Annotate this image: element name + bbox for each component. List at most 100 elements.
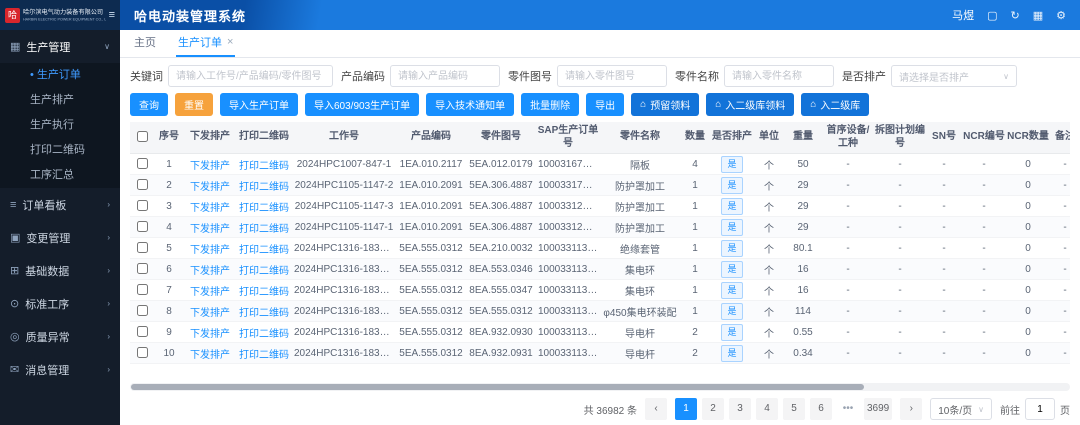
page-button-4[interactable]: 4 [756, 398, 778, 420]
sidebar-subitem-label: 打印二维码 [30, 144, 85, 156]
part-name-input[interactable] [724, 65, 834, 87]
cell-print-qrcode-link[interactable]: 打印二维码 [236, 175, 292, 196]
cell-dispatch-link[interactable]: 下发排产 [184, 238, 236, 259]
cell-ncr-qty: 0 [1006, 259, 1050, 280]
cell-dispatch-link[interactable]: 下发排产 [184, 154, 236, 175]
row-checkbox[interactable] [137, 242, 148, 253]
sidebar-subitem-production-scheduling[interactable]: 生产排产 [0, 88, 120, 113]
scheduled-select[interactable]: 请选择是否排产 ∨ [891, 65, 1017, 87]
product-code-input[interactable] [390, 65, 500, 87]
query-button[interactable]: 查询 [130, 93, 168, 116]
cell-part-name: 防护罩加工 [600, 175, 680, 196]
settings-gear-icon[interactable]: ⚙ [1056, 9, 1066, 22]
cell-print-qrcode-link[interactable]: 打印二维码 [236, 196, 292, 217]
cell-print-qrcode-link[interactable]: 打印二维码 [236, 259, 292, 280]
row-checkbox[interactable] [137, 179, 148, 190]
cell-print-qrcode-link[interactable]: 打印二维码 [236, 238, 292, 259]
page-button-3699[interactable]: 3699 [864, 398, 892, 420]
page-button-5[interactable]: 5 [783, 398, 805, 420]
import-603-903-order-button[interactable]: 导入603/903生产订单 [305, 93, 419, 116]
sidebar-item-order-board[interactable]: ≡订单看板› [0, 188, 120, 221]
cell-weight: 0.34 [784, 343, 822, 364]
tab-home[interactable]: 主页 [132, 30, 158, 57]
cell-sap-order-no: 10003312139 [536, 217, 600, 238]
sidebar-item-change-management[interactable]: ▣变更管理› [0, 221, 120, 254]
sidebar-item-message-management[interactable]: ✉消息管理› [0, 353, 120, 386]
reset-button[interactable]: 重置 [175, 93, 213, 116]
reserve-material-button[interactable]: ⌂预留领料 [631, 93, 699, 116]
export-button[interactable]: 导出 [586, 93, 624, 116]
page-button-3[interactable]: 3 [729, 398, 751, 420]
cell-print-qrcode-link[interactable]: 打印二维码 [236, 217, 292, 238]
cell-drawing-plan-no: - [874, 343, 926, 364]
tab-production-order[interactable]: 生产订单 × [176, 30, 235, 57]
scrollbar-thumb[interactable] [131, 384, 864, 390]
cell-dispatch-link[interactable]: 下发排产 [184, 175, 236, 196]
cell-print-qrcode-link[interactable]: 打印二维码 [236, 301, 292, 322]
select-all-cell [130, 122, 154, 154]
cell-ncr-qty: 0 [1006, 175, 1050, 196]
row-checkbox[interactable] [137, 305, 148, 316]
cell-dispatch-link[interactable]: 下发排产 [184, 343, 236, 364]
sidebar-item-production-management[interactable]: ▦生产管理∨ [0, 30, 120, 63]
prev-page-button[interactable]: ‹ [645, 398, 667, 420]
select-all-checkbox[interactable] [137, 131, 148, 142]
cell-seq: 2 [154, 175, 184, 196]
secondary-store-button[interactable]: ⌂入二级库 [801, 93, 869, 116]
sidebar: ▦生产管理∨• 生产订单生产排产生产执行打印二维码工序汇总≡订单看板›▣变更管理… [0, 30, 120, 425]
cell-scheduled: 是 [710, 217, 754, 238]
page-size-select[interactable]: 10条/页 ∨ [930, 398, 992, 420]
page-button-2[interactable]: 2 [702, 398, 724, 420]
cell-seq: 7 [154, 280, 184, 301]
refresh-icon[interactable]: ↻ [1011, 9, 1020, 22]
sidebar-subitem-production-execution[interactable]: 生产执行 [0, 113, 120, 138]
page-button-1[interactable]: 1 [675, 398, 697, 420]
goto-page-input[interactable] [1025, 398, 1055, 420]
sidebar-subitem-print-qrcode[interactable]: 打印二维码 [0, 138, 120, 163]
import-production-order-button[interactable]: 导入生产订单 [220, 93, 298, 116]
secondary-store-picking-button[interactable]: ⌂入二级库领料 [706, 93, 794, 116]
cell-part-drawing-no: 8EA.932.0931 [466, 343, 536, 364]
row-checkbox[interactable] [137, 347, 148, 358]
cell-print-qrcode-link[interactable]: 打印二维码 [236, 343, 292, 364]
part-drawing-no-input[interactable] [557, 65, 667, 87]
tab-production-order-label: 生产订单 [178, 34, 222, 50]
collapse-menu-icon[interactable]: ≡ [109, 9, 115, 21]
secondary-store-button-label: 入二级库 [820, 97, 860, 112]
batch-delete-button[interactable]: 批量删除 [521, 93, 579, 116]
cell-print-qrcode-link[interactable]: 打印二维码 [236, 154, 292, 175]
cell-dispatch-link[interactable]: 下发排产 [184, 259, 236, 280]
page-button-6[interactable]: 6 [810, 398, 832, 420]
cell-dispatch-link[interactable]: 下发排产 [184, 217, 236, 238]
sidebar-subitem-production-order[interactable]: • 生产订单 [0, 63, 120, 88]
row-checkbox[interactable] [137, 326, 148, 337]
import-tech-notice-button[interactable]: 导入技术通知单 [426, 93, 514, 116]
cell-weight: 50 [784, 154, 822, 175]
cell-job-no: 2024HPC1316-1833-2 [292, 322, 396, 343]
apps-grid-icon[interactable]: ▦ [1033, 9, 1043, 22]
sidebar-item-basic-data[interactable]: ⊞基础数据› [0, 254, 120, 287]
row-checkbox[interactable] [137, 200, 148, 211]
username[interactable]: 马煜 [952, 7, 974, 23]
sidebar-item-label: 消息管理 [25, 362, 69, 378]
close-tab-icon[interactable]: × [227, 36, 233, 48]
secondary-store-picking-button-label: 入二级库领料 [725, 97, 785, 112]
cell-dispatch-link[interactable]: 下发排产 [184, 280, 236, 301]
cell-dispatch-link[interactable]: 下发排产 [184, 322, 236, 343]
sidebar-item-quality-exception[interactable]: ◎质量异常› [0, 320, 120, 353]
row-checkbox[interactable] [137, 284, 148, 295]
horizontal-scrollbar[interactable] [130, 383, 1070, 391]
fullscreen-icon[interactable]: ▢ [987, 9, 997, 22]
next-page-button[interactable]: › [900, 398, 922, 420]
cell-dispatch-link[interactable]: 下发排产 [184, 196, 236, 217]
row-checkbox[interactable] [137, 263, 148, 274]
cell-print-qrcode-link[interactable]: 打印二维码 [236, 322, 292, 343]
row-checkbox[interactable] [137, 158, 148, 169]
cell-quantity: 1 [680, 259, 710, 280]
cell-print-qrcode-link[interactable]: 打印二维码 [236, 280, 292, 301]
cell-dispatch-link[interactable]: 下发排产 [184, 301, 236, 322]
keyword-input[interactable] [168, 65, 333, 87]
row-checkbox[interactable] [137, 221, 148, 232]
sidebar-item-standard-process[interactable]: ⊙标准工序› [0, 287, 120, 320]
sidebar-subitem-process-summary[interactable]: 工序汇总 [0, 163, 120, 188]
